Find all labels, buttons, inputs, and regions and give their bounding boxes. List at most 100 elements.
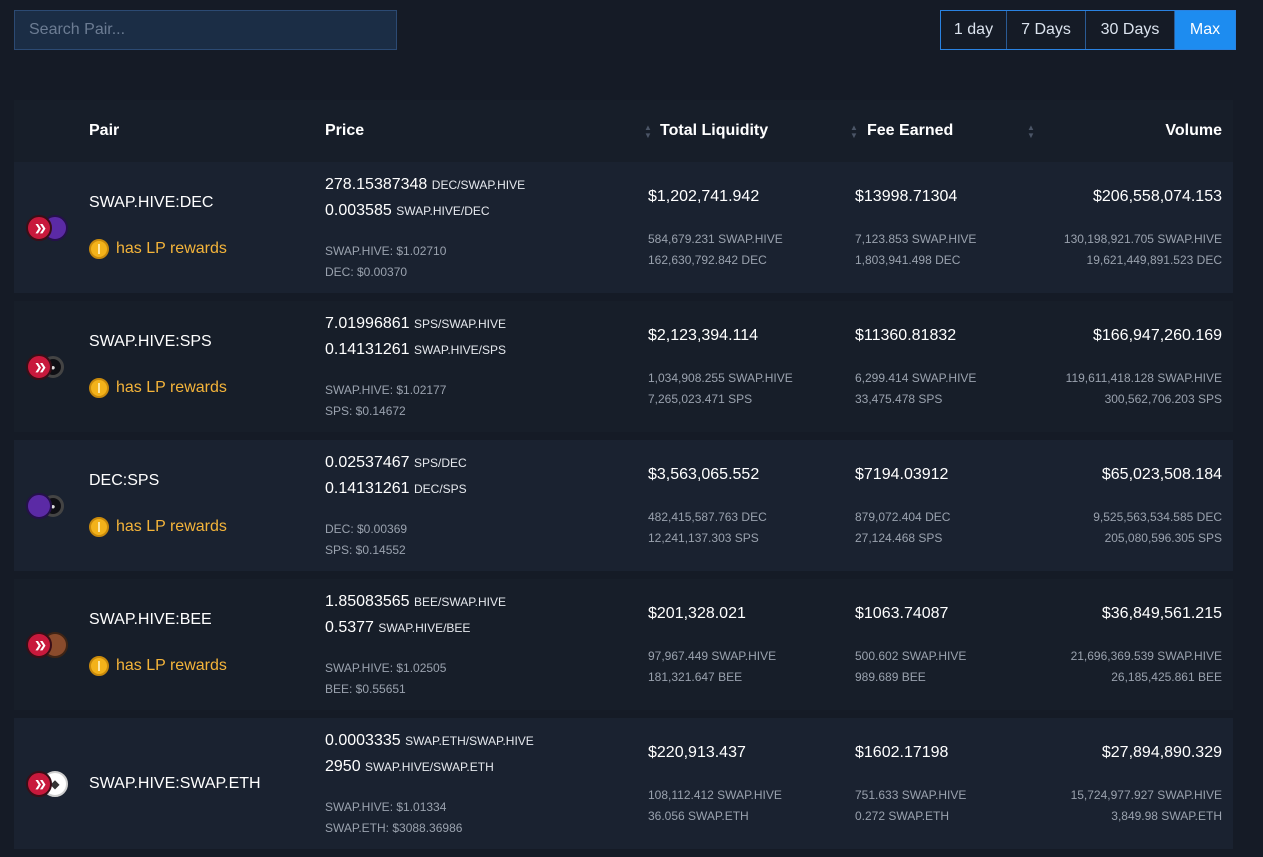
price-secondary-unit: SWAP.HIVE/BEE	[378, 621, 471, 635]
usd-price-base: SWAP.HIVE: $1.01334	[325, 800, 447, 814]
total-liquidity-value: $3,563,065.552	[648, 466, 760, 483]
table-row[interactable]: DEC:SPS has LP rewards 0.02537467 SPS/DEC 0…	[14, 440, 1233, 571]
lp-rewards-label: has LP rewards	[116, 240, 227, 257]
usd-price-base: DEC: $0.00369	[325, 522, 408, 536]
pair-name[interactable]: DEC:SPS	[89, 472, 159, 490]
fee-earned-value: $1602.17198	[855, 744, 949, 761]
pair-name[interactable]: SWAP.HIVE:DEC	[89, 194, 213, 212]
fee-earned-value: $11360.81832	[855, 327, 957, 344]
range-30-days-button[interactable]: 30 Days	[1086, 11, 1175, 49]
price-secondary-unit: SWAP.HIVE/SPS	[413, 343, 507, 357]
dec-icon	[26, 493, 52, 519]
price-primary-unit: SWAP.ETH/SWAP.HIVE	[405, 734, 534, 748]
lp-rewards-badge: has LP rewards	[89, 239, 227, 259]
price-secondary-value: 2950	[325, 758, 361, 775]
price-primary-unit: DEC/SWAP.HIVE	[431, 178, 526, 192]
fee-base-amount: 7,123.853 SWAP.HIVE	[855, 232, 977, 246]
volume-quote-amount: 26,185,425.861 BEE	[1111, 670, 1222, 684]
lp-rewards-label: has LP rewards	[116, 518, 227, 535]
pair-icons	[26, 771, 72, 799]
table-row[interactable]: SWAP.HIVE:SWAP.ETH 0.0003335 SWAP.ETH/SWA…	[14, 718, 1233, 849]
usd-price-quote: DEC: $0.00370	[325, 265, 408, 279]
volume-quote-amount: 19,621,449,891.523 DEC	[1086, 253, 1222, 267]
column-header-fee-earned[interactable]: Fee Earned	[867, 122, 953, 140]
pair-name[interactable]: SWAP.HIVE:SPS	[89, 333, 212, 351]
usd-price-quote: SPS: $0.14672	[325, 404, 406, 418]
liquidity-quote-amount: 12,241,137.303 SPS	[648, 531, 759, 545]
lp-rewards-badge: has LP rewards	[89, 378, 227, 398]
table-row[interactable]: SWAP.HIVE:SPS has LP rewards 7.01996861 SP…	[14, 301, 1233, 432]
column-header-price: Price	[325, 122, 365, 139]
price-secondary: 2950 SWAP.HIVE/SWAP.ETH	[325, 758, 494, 776]
volume-base-amount: 15,724,977.927 SWAP.HIVE	[1070, 788, 1222, 802]
pair-name[interactable]: SWAP.HIVE:BEE	[89, 611, 212, 629]
price-secondary-unit: SWAP.HIVE/DEC	[396, 204, 490, 218]
range-7-days-button[interactable]: 7 Days	[1007, 11, 1086, 49]
hive-icon	[26, 632, 52, 658]
price-primary-value: 0.02537467	[325, 454, 410, 471]
price-primary-unit: SPS/DEC	[413, 456, 467, 470]
volume-quote-amount: 205,080,596.305 SPS	[1104, 531, 1222, 545]
price-secondary: 0.5377 SWAP.HIVE/BEE	[325, 619, 470, 637]
price-primary: 0.0003335 SWAP.ETH/SWAP.HIVE	[325, 732, 534, 750]
price-primary-unit: SPS/SWAP.HIVE	[413, 317, 507, 331]
fee-quote-amount: 33,475.478 SPS	[855, 392, 943, 406]
price-primary: 278.15387348 DEC/SWAP.HIVE	[325, 176, 525, 194]
price-secondary-unit: SWAP.HIVE/SWAP.ETH	[365, 760, 494, 774]
volume-value: $166,947,260.169	[1092, 327, 1222, 344]
column-header-volume[interactable]: Volume	[1165, 122, 1222, 140]
column-header-pair: Pair	[89, 122, 120, 139]
volume-value: $27,894,890.329	[1101, 744, 1222, 761]
volume-base-amount: 119,611,418.128 SWAP.HIVE	[1065, 371, 1222, 385]
lp-reward-coin-icon	[89, 656, 109, 676]
volume-base-amount: 21,696,369.539 SWAP.HIVE	[1070, 649, 1222, 663]
range-1-day-button[interactable]: 1 day	[941, 11, 1007, 49]
sort-liquidity-icon[interactable]: ▲ ▼	[644, 124, 652, 140]
total-liquidity-value: $220,913.437	[648, 744, 746, 761]
table-row[interactable]: SWAP.HIVE:DEC has LP rewards 278.15387348 …	[14, 162, 1233, 293]
time-range-selector: 1 day 7 Days 30 Days Max	[940, 10, 1236, 50]
volume-base-amount: 130,198,921.705 SWAP.HIVE	[1063, 232, 1222, 246]
total-liquidity-value: $1,202,741.942	[648, 188, 760, 205]
price-secondary: 0.003585 SWAP.HIVE/DEC	[325, 202, 490, 220]
fee-earned-value: $7194.03912	[855, 466, 949, 483]
price-primary-value: 278.15387348	[325, 176, 428, 193]
table-header: Pair Price ▲ ▼ Total Liquidity ▲ ▼ Fee Ear…	[14, 100, 1233, 162]
fee-base-amount: 6,299.414 SWAP.HIVE	[855, 371, 977, 385]
pair-icons	[26, 632, 72, 660]
liquidity-base-amount: 1,034,908.255 SWAP.HIVE	[648, 371, 793, 385]
price-secondary-value: 0.14131261	[325, 341, 410, 358]
price-primary: 7.01996861 SPS/SWAP.HIVE	[325, 315, 506, 333]
total-liquidity-value: $2,123,394.114	[648, 327, 759, 344]
liquidity-quote-amount: 181,321.647 BEE	[648, 670, 743, 684]
price-secondary: 0.14131261 SWAP.HIVE/SPS	[325, 341, 506, 359]
price-secondary: 0.14131261 DEC/SPS	[325, 480, 467, 498]
fee-base-amount: 500.602 SWAP.HIVE	[855, 649, 967, 663]
liquidity-quote-amount: 36.056 SWAP.ETH	[648, 809, 749, 823]
lp-reward-coin-icon	[89, 239, 109, 259]
price-primary-value: 0.0003335	[325, 732, 401, 749]
liquidity-base-amount: 584,679.231 SWAP.HIVE	[648, 232, 783, 246]
usd-price-base: SWAP.HIVE: $1.02710	[325, 244, 447, 258]
table-row[interactable]: SWAP.HIVE:BEE has LP rewards 1.85083565 BE…	[14, 579, 1233, 710]
pair-icons	[26, 493, 72, 521]
column-header-total-liquidity[interactable]: Total Liquidity	[660, 122, 768, 140]
lp-rewards-badge: has LP rewards	[89, 517, 227, 537]
pair-icons	[26, 354, 72, 382]
pair-name[interactable]: SWAP.HIVE:SWAP.ETH	[89, 775, 261, 793]
range-max-button[interactable]: Max	[1175, 11, 1235, 49]
usd-price-base: SWAP.HIVE: $1.02505	[325, 661, 447, 675]
volume-quote-amount: 300,562,706.203 SPS	[1104, 392, 1222, 406]
fee-base-amount: 879,072.404 DEC	[855, 510, 951, 524]
fee-quote-amount: 989.689 BEE	[855, 670, 926, 684]
sort-volume-icon[interactable]: ▲ ▼	[1027, 124, 1035, 140]
price-secondary-unit: DEC/SPS	[413, 482, 467, 496]
liquidity-base-amount: 482,415,587.763 DEC	[648, 510, 767, 524]
search-input[interactable]	[14, 10, 397, 50]
lp-rewards-badge: has LP rewards	[89, 656, 227, 676]
total-liquidity-value: $201,328.021	[648, 605, 746, 622]
volume-quote-amount: 3,849.98 SWAP.ETH	[1111, 809, 1222, 823]
volume-value: $36,849,561.215	[1101, 605, 1222, 622]
liquidity-quote-amount: 162,630,792.842 DEC	[648, 253, 767, 267]
sort-fee-icon[interactable]: ▲ ▼	[850, 124, 858, 140]
